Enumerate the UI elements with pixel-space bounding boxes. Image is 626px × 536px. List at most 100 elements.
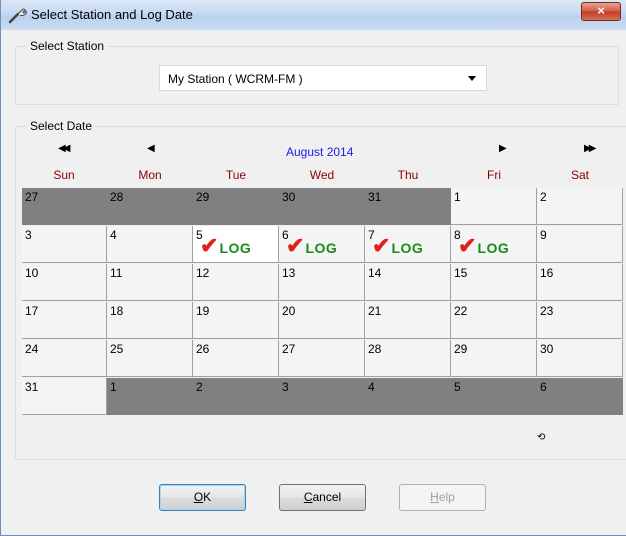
calendar-day-cell[interactable]: 6: [537, 378, 623, 415]
calendar-day-cell[interactable]: 12: [193, 264, 279, 301]
day-number: 1: [110, 380, 117, 394]
chevron-down-icon[interactable]: [468, 76, 476, 81]
ok-button[interactable]: OK: [159, 484, 246, 511]
calendar-day-cell[interactable]: 6 ✔ LOG: [279, 226, 365, 263]
day-number: 4: [368, 380, 375, 394]
day-number: 15: [454, 266, 468, 280]
log-label: LOG: [391, 240, 424, 256]
calendar-day-cell[interactable]: 23: [537, 302, 623, 339]
wrench-icon: [8, 8, 27, 24]
station-select-value: My Station ( WCRM-FM ): [168, 72, 303, 86]
day-number: 28: [110, 190, 124, 204]
station-select[interactable]: My Station ( WCRM-FM ): [159, 65, 487, 91]
refresh-icon[interactable]: ⟲: [537, 432, 545, 443]
calendar-day-cell[interactable]: 2: [537, 188, 623, 225]
cancel-button[interactable]: Cancel: [279, 484, 366, 511]
dialog-window: Select Station and Log Date × Select Sta…: [0, 0, 626, 536]
calendar-day-cell[interactable]: 13: [279, 264, 365, 301]
checkmark-icon: ✔: [458, 233, 477, 258]
day-number: 6: [540, 380, 547, 394]
calendar-day-cell[interactable]: 16: [537, 264, 623, 301]
calendar-day-cell[interactable]: 26: [193, 340, 279, 377]
calendar-day-cell[interactable]: 11: [107, 264, 193, 301]
calendar-day-cell[interactable]: 29: [451, 340, 537, 377]
calendar-day-cell[interactable]: 30: [279, 188, 365, 225]
calendar-day-cell[interactable]: 31: [365, 188, 451, 225]
calendar-day-cell[interactable]: 29: [193, 188, 279, 225]
calendar-day-cell[interactable]: 22: [451, 302, 537, 339]
weekday-label: Tue: [225, 168, 247, 182]
calendar-day-cell[interactable]: 2: [193, 378, 279, 415]
calendar-day-cell[interactable]: 21: [365, 302, 451, 339]
close-button[interactable]: ×: [581, 2, 621, 21]
log-label: LOG: [305, 240, 338, 256]
calendar-day-cell[interactable]: 28: [107, 188, 193, 225]
calendar-day-cell[interactable]: 28: [365, 340, 451, 377]
calendar-day-cell[interactable]: 7 ✔ LOG: [365, 226, 451, 263]
checkmark-icon: ✔: [286, 233, 305, 258]
day-number: 4: [110, 228, 117, 242]
calendar-day-cell[interactable]: 17: [22, 302, 107, 339]
weekday-label: Sun: [53, 168, 75, 182]
calendar-day-cell[interactable]: 15: [451, 264, 537, 301]
calendar-day-cell[interactable]: 8 ✔ LOG: [451, 226, 537, 263]
close-icon: ×: [597, 3, 605, 18]
prev-month-button[interactable]: ◀: [147, 143, 155, 154]
calendar-day-cell[interactable]: 24: [22, 340, 107, 377]
station-group-label: Select Station: [27, 39, 108, 53]
ok-mnemonic: O: [193, 490, 204, 504]
checkmark-icon: ✔: [200, 233, 219, 258]
calendar-day-cell[interactable]: 20: [279, 302, 365, 339]
calendar-day-cell[interactable]: 3: [22, 226, 107, 263]
calendar-day-cell[interactable]: 27: [279, 340, 365, 377]
calendar-day-cell[interactable]: 9: [537, 226, 623, 263]
calendar-day-cell[interactable]: 1: [451, 188, 537, 225]
day-number: 29: [196, 190, 210, 204]
calendar-day-cell[interactable]: 5: [451, 378, 537, 415]
prev-year-button[interactable]: ◀◀: [58, 143, 71, 154]
calendar-day-cell[interactable]: 25: [107, 340, 193, 377]
help-button[interactable]: Help: [399, 484, 486, 511]
calendar-day-cell[interactable]: 4: [107, 226, 193, 263]
weekday-label: Fri: [487, 168, 501, 182]
date-group-label: Select Date: [27, 119, 96, 133]
calendar-day-cell[interactable]: 27: [22, 188, 107, 225]
day-number: 2: [196, 380, 203, 394]
calendar-day-cell[interactable]: 3: [279, 378, 365, 415]
calendar-day-cell[interactable]: 31: [22, 378, 107, 415]
day-number: 27: [25, 190, 39, 204]
calendar-day-cell[interactable]: 19: [193, 302, 279, 339]
month-title: August 2014: [286, 145, 354, 159]
day-number: 14: [368, 266, 382, 280]
calendar-day-cell[interactable]: 14: [365, 264, 451, 301]
day-number: 12: [196, 266, 210, 280]
day-number: 16: [540, 266, 554, 280]
title-bar[interactable]: Select Station and Log Date ×: [1, 0, 626, 30]
log-indicator: ✔ LOG: [200, 233, 251, 258]
day-number: 1: [454, 190, 461, 204]
day-number: 9: [540, 228, 547, 242]
calendar-day-cell[interactable]: 4: [365, 378, 451, 415]
day-number: 31: [368, 190, 382, 204]
calendar-day-cell[interactable]: 30: [537, 340, 623, 377]
calendar-day-cell[interactable]: 18: [107, 302, 193, 339]
help-mnemonic: H: [430, 490, 439, 504]
help-label-rest: elp: [438, 490, 455, 504]
day-number: 24: [25, 342, 39, 356]
day-number: 30: [540, 342, 554, 356]
next-month-button[interactable]: ▶: [499, 143, 507, 154]
calendar-day-cell[interactable]: 5 ✔ LOG: [193, 226, 279, 263]
cancel-label-rest: ancel: [312, 490, 342, 504]
log-indicator: ✔ LOG: [372, 235, 424, 257]
weekday-label: Sat: [570, 168, 589, 182]
next-year-button[interactable]: ▶▶: [584, 143, 597, 154]
calendar-day-cell[interactable]: 10: [22, 264, 107, 301]
log-indicator: ✔ LOG: [458, 233, 510, 258]
log-label: LOG: [477, 240, 510, 256]
day-number: 25: [110, 342, 124, 356]
calendar-day-cell[interactable]: 1: [107, 378, 193, 415]
weekday-label: Wed: [309, 168, 335, 182]
log-indicator: ✔ LOG: [286, 233, 338, 258]
day-number: 18: [110, 304, 124, 318]
day-number: 30: [282, 190, 296, 204]
